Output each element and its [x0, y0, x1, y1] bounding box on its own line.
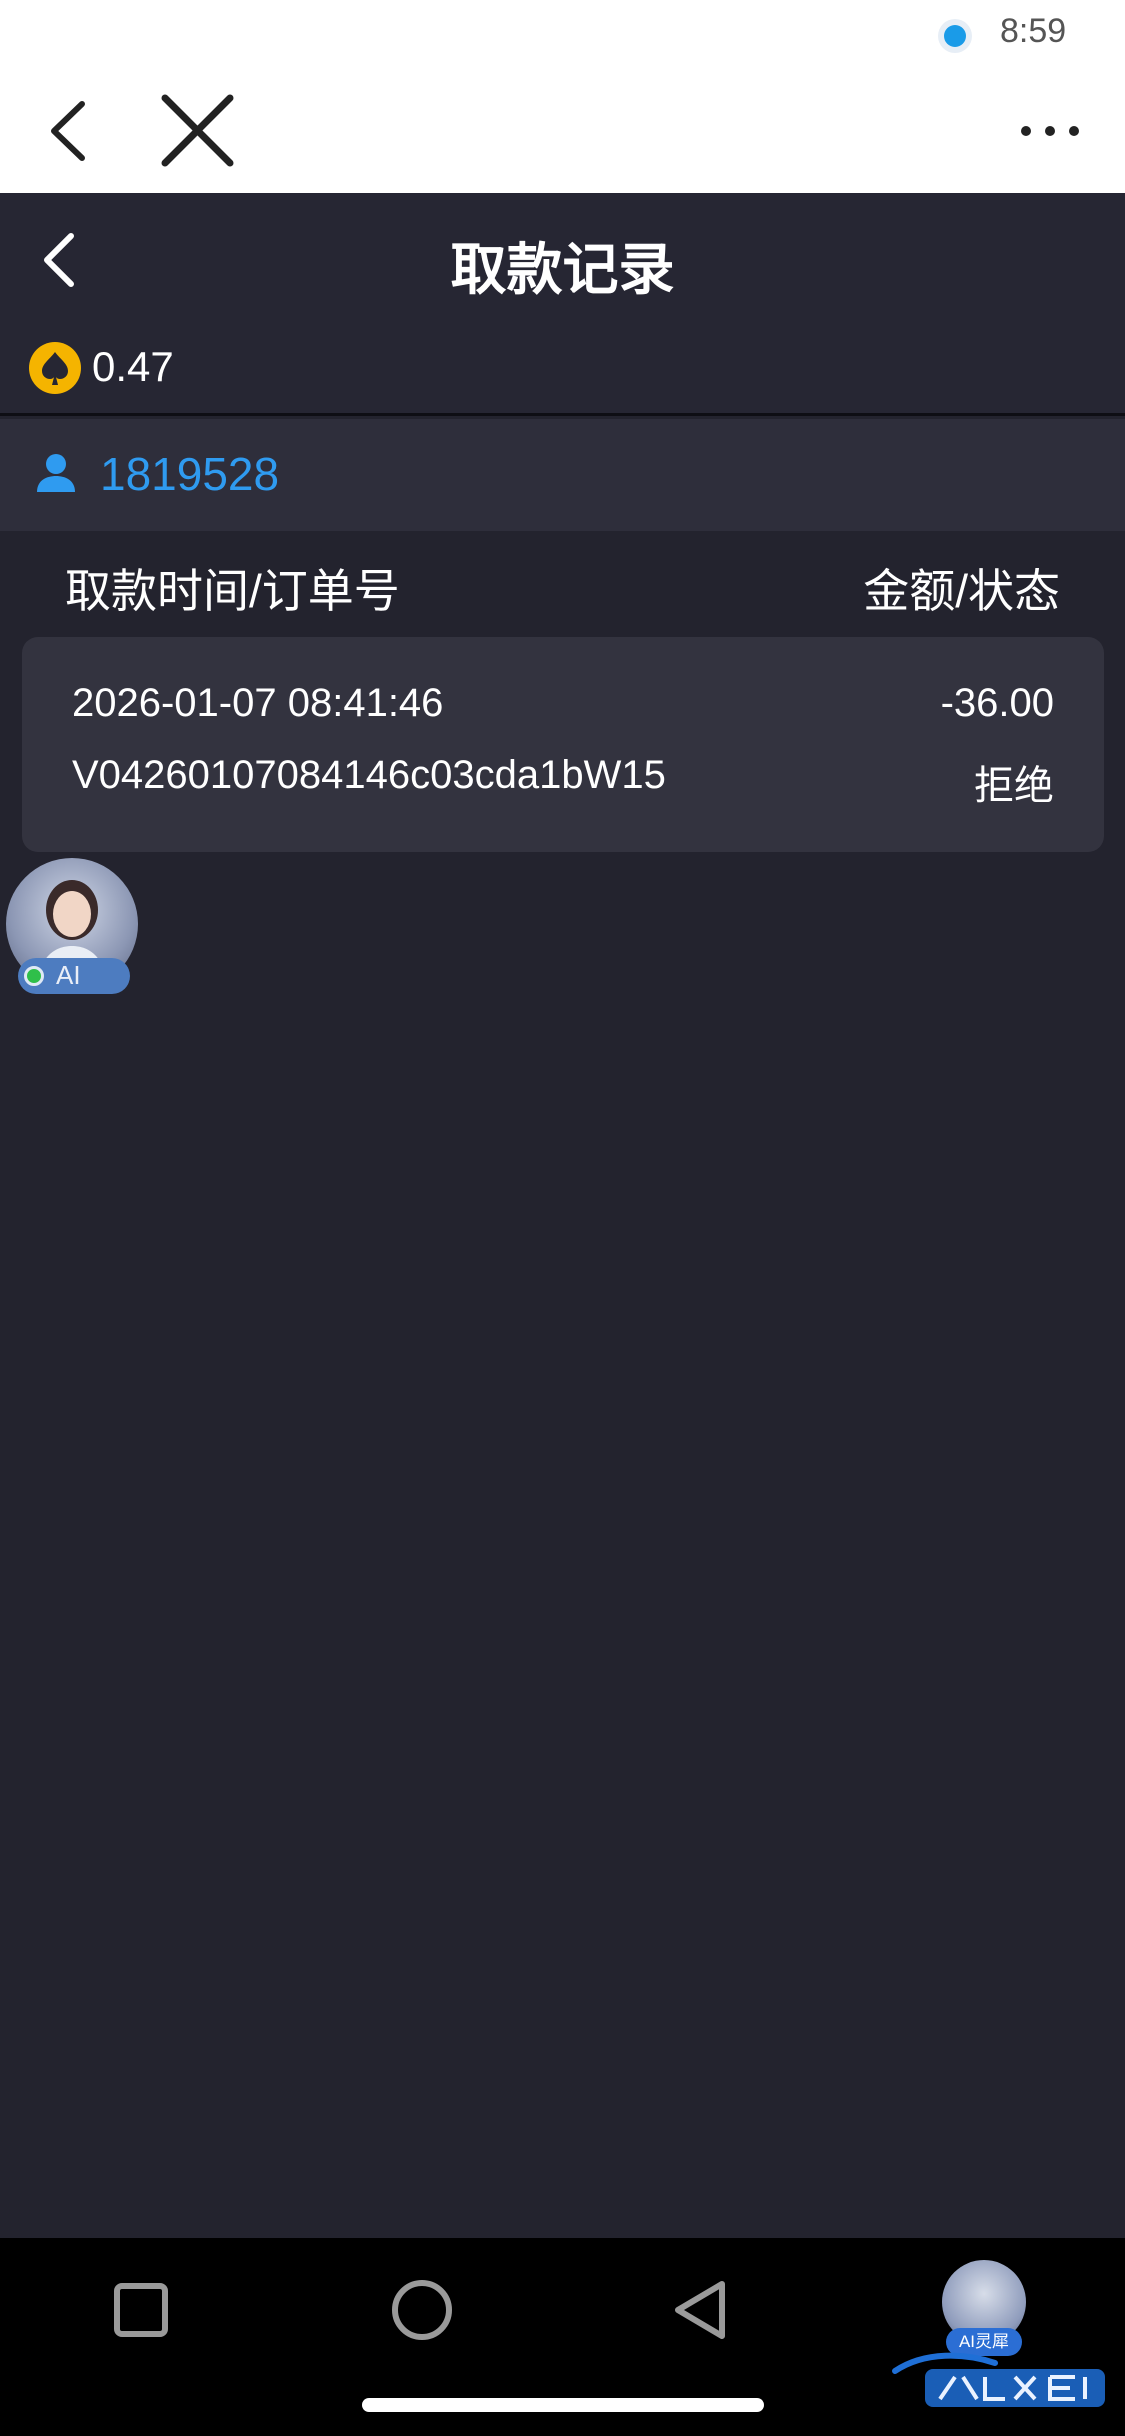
column-header-time-order: 取款时间/订单号	[65, 565, 400, 617]
list-column-headers: 取款时间/订单号 金额/状态	[0, 531, 1125, 636]
page-header: 取款记录	[0, 193, 1125, 323]
online-status-icon	[24, 966, 44, 986]
user-bar: 1819528	[0, 419, 1125, 531]
ai-online-badge: AI	[18, 958, 130, 994]
network-status-icon	[938, 19, 972, 53]
ai-badge-label: AI	[56, 960, 81, 990]
webview-toolbar	[0, 66, 1125, 193]
close-icon[interactable]	[155, 88, 240, 173]
watermark-logo	[892, 2352, 1105, 2407]
withdrawal-record-item[interactable]: 2026-01-07 08:41:46 V04260107084146c03cd…	[22, 637, 1104, 852]
home-indicator[interactable]	[362, 2398, 764, 2412]
status-bar: 8:59	[0, 0, 1125, 66]
user-id: 1819528	[100, 448, 280, 500]
balance-value: 0.47	[92, 343, 174, 390]
column-header-amount-status: 金额/状态	[863, 565, 1060, 617]
recent-apps-icon[interactable]	[113, 2282, 169, 2338]
page-title: 取款记录	[450, 238, 675, 301]
more-options-icon[interactable]	[1015, 106, 1085, 156]
home-icon[interactable]	[390, 2278, 454, 2342]
record-order-number: V04260107084146c03cda1bW15	[72, 753, 666, 797]
user-icon	[37, 454, 75, 492]
balance-bar: 0.47	[0, 323, 1125, 416]
browser-back-icon[interactable]	[40, 96, 100, 166]
nav-back-icon[interactable]	[670, 2278, 730, 2342]
record-amount: -36.00	[940, 681, 1054, 725]
status-time: 8:59	[1000, 12, 1067, 50]
record-status: 拒绝	[974, 764, 1054, 808]
spade-coin-icon	[29, 342, 81, 394]
record-time: 2026-01-07 08:41:46	[72, 681, 444, 725]
ai-assistant-button[interactable]: AI	[6, 858, 140, 998]
